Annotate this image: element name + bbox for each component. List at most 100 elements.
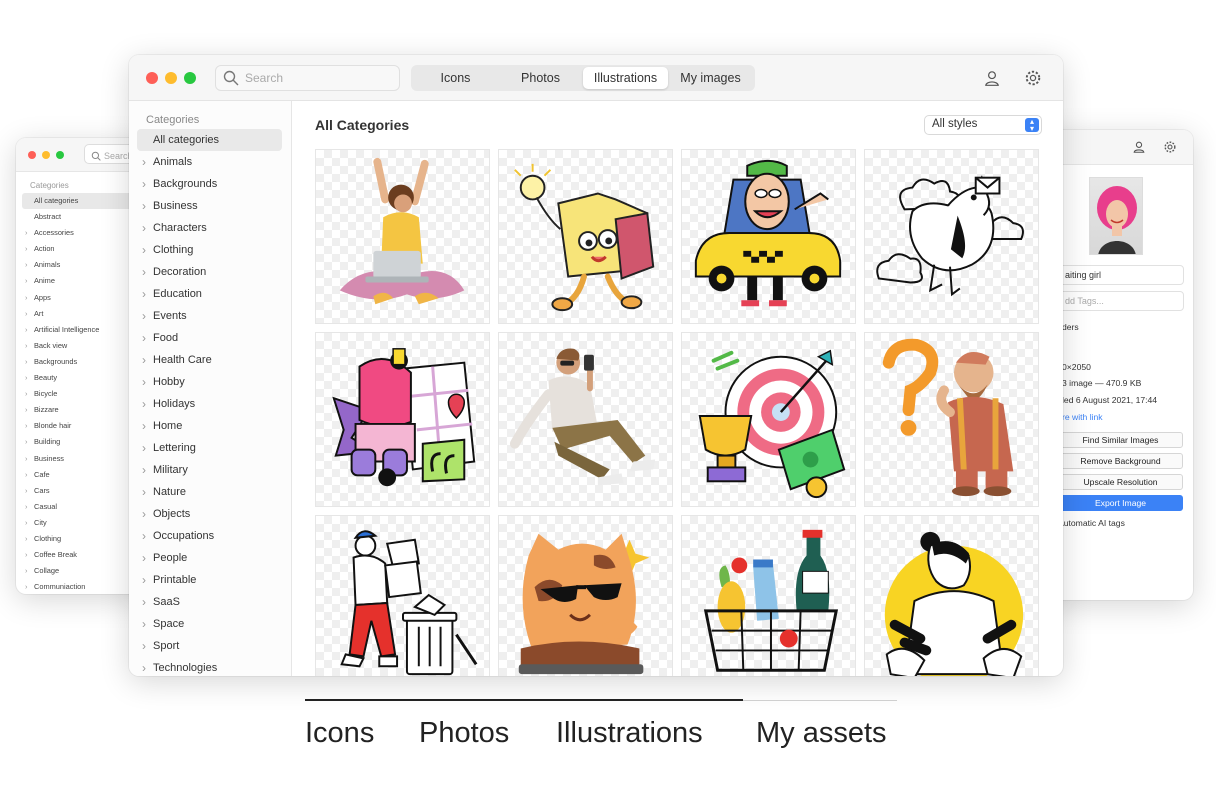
- illustration-tile[interactable]: [315, 515, 490, 676]
- user-icon[interactable]: [983, 69, 1001, 87]
- tab-photos[interactable]: Photos: [498, 67, 583, 89]
- gear-icon[interactable]: [1024, 69, 1042, 87]
- chevron-right-icon: ›: [142, 639, 146, 653]
- sidebar-item[interactable]: › Nature: [129, 481, 291, 503]
- chevron-right-icon: ›: [142, 155, 146, 169]
- style-select[interactable]: All styles ▴ ▾: [924, 115, 1042, 135]
- sidebar-item[interactable]: › Food: [129, 327, 291, 349]
- illustration-tile[interactable]: [315, 149, 490, 324]
- chevron-right-icon: ›: [142, 397, 146, 411]
- remove-background-button[interactable]: Remove Background: [1058, 453, 1183, 469]
- chevron-right-icon: ›: [142, 331, 146, 345]
- sidebar-item[interactable]: › Clothing: [129, 239, 291, 261]
- bottom-tab-my-assets[interactable]: My assets: [756, 717, 887, 750]
- sidebar-item-label: Health Care: [153, 354, 212, 366]
- sidebar-item[interactable]: › Characters: [129, 217, 291, 239]
- sidebar-item[interactable]: › Decoration: [129, 261, 291, 283]
- search-input[interactable]: Search: [215, 65, 400, 91]
- close-button[interactable]: [28, 151, 36, 159]
- sidebar-item-label: Objects: [153, 508, 191, 520]
- sidebar-item[interactable]: › People: [129, 547, 291, 569]
- chevron-right-icon: ›: [142, 485, 146, 499]
- sidebar-item[interactable]: › Space: [129, 613, 291, 635]
- chevron-right-icon: ›: [142, 353, 146, 367]
- taxi-driver-illustration: [694, 159, 842, 307]
- sidebar-item[interactable]: › Animals: [129, 151, 291, 173]
- share-link[interactable]: re with link: [1062, 412, 1103, 422]
- sidebar-item-all-categories[interactable]: All categories: [137, 129, 282, 151]
- sidebar-item-label: People: [153, 552, 188, 564]
- chevron-right-icon: ›: [142, 375, 146, 389]
- sidebar-item[interactable]: › Business: [129, 195, 291, 217]
- folders-label: ders: [1062, 322, 1079, 332]
- sidebar-item[interactable]: › Occupations: [129, 525, 291, 547]
- illustration-tile[interactable]: [498, 149, 673, 324]
- chevron-right-icon: ›: [142, 309, 146, 323]
- sidebar-item[interactable]: › Backgrounds: [129, 173, 291, 195]
- illustration-tile[interactable]: [315, 332, 490, 507]
- sidebar-item[interactable]: › Home: [129, 415, 291, 437]
- illustration-tile[interactable]: [681, 332, 856, 507]
- sidebar-item[interactable]: › Objects: [129, 503, 291, 525]
- chevron-right-icon: ›: [142, 551, 146, 565]
- tab-icons[interactable]: Icons: [413, 67, 498, 89]
- minimize-button[interactable]: [42, 151, 50, 159]
- sidebar-item-label: Hobby: [153, 376, 185, 388]
- chevron-right-icon: ›: [142, 265, 146, 279]
- sidebar-item[interactable]: › Printable: [129, 569, 291, 591]
- sidebar-item[interactable]: › Holidays: [129, 393, 291, 415]
- export-image-button[interactable]: Export Image: [1058, 495, 1183, 511]
- chevron-right-icon: ›: [142, 243, 146, 257]
- close-button[interactable]: [146, 72, 158, 84]
- sidebar-item[interactable]: › Military: [129, 459, 291, 481]
- bottom-tab-photos[interactable]: Photos: [419, 717, 509, 750]
- sidebar-item-label: Events: [153, 310, 187, 322]
- sidebar-item[interactable]: › Events: [129, 305, 291, 327]
- search-icon: [91, 151, 101, 161]
- upscale-button[interactable]: Upscale Resolution: [1058, 474, 1183, 490]
- illustration-tile[interactable]: [681, 149, 856, 324]
- sidebar-item-label: Occupations: [153, 530, 215, 542]
- illustration-tile[interactable]: [498, 332, 673, 507]
- illustration-tile[interactable]: [864, 149, 1039, 324]
- sidebar-item[interactable]: › SaaS: [129, 591, 291, 613]
- bottom-tab-illustrations[interactable]: Illustrations: [556, 717, 703, 750]
- gear-icon[interactable]: [1163, 140, 1177, 154]
- sidebar-item-label: Education: [153, 288, 202, 300]
- sidebar-item[interactable]: › Sport: [129, 635, 291, 657]
- minimize-button[interactable]: [165, 72, 177, 84]
- dimensions-label: 0×2050: [1062, 362, 1091, 372]
- sidebar-item-label: Home: [153, 420, 183, 432]
- sidebar-item[interactable]: › Technologies: [129, 657, 291, 676]
- user-icon[interactable]: [1132, 140, 1146, 154]
- content-area: All Categories All styles ▴ ▾: [293, 101, 1063, 676]
- sidebar-item[interactable]: › Lettering: [129, 437, 291, 459]
- tab-my-images[interactable]: My images: [668, 67, 753, 89]
- sidebar-item[interactable]: › Hobby: [129, 371, 291, 393]
- bottom-tab-icons[interactable]: Icons: [305, 717, 374, 750]
- sidebar-item-label: Printable: [153, 574, 197, 586]
- illustration-tile[interactable]: [864, 332, 1039, 507]
- chevron-right-icon: ›: [142, 595, 146, 609]
- illustration-tile[interactable]: [681, 515, 856, 676]
- zoom-button[interactable]: [184, 72, 196, 84]
- illustration-tile[interactable]: [498, 515, 673, 676]
- sidebar-item-label: Nature: [153, 486, 187, 498]
- add-tags-field[interactable]: dd Tags...: [1058, 291, 1184, 311]
- pigeon-mail-illustration: [876, 175, 1024, 297]
- illustration-tile[interactable]: [864, 515, 1039, 676]
- image-name-field[interactable]: aiting girl: [1058, 265, 1184, 285]
- find-similar-button[interactable]: Find Similar Images: [1058, 432, 1183, 448]
- chevron-right-icon: ›: [142, 441, 146, 455]
- chevron-right-icon: ›: [142, 463, 146, 477]
- thinking-man-question-illustration: [882, 338, 1014, 497]
- sidebar-item[interactable]: › Health Care: [129, 349, 291, 371]
- categories-heading: Categories: [146, 114, 200, 126]
- sidebar-item[interactable]: › Education: [129, 283, 291, 305]
- sidebar-item-label: Clothing: [153, 244, 194, 256]
- window-controls: [146, 72, 196, 84]
- sitting-man-phone-illustration: [509, 348, 656, 486]
- chevron-right-icon: ›: [142, 507, 146, 521]
- tab-illustrations[interactable]: Illustrations: [583, 67, 668, 89]
- zoom-button[interactable]: [56, 151, 64, 159]
